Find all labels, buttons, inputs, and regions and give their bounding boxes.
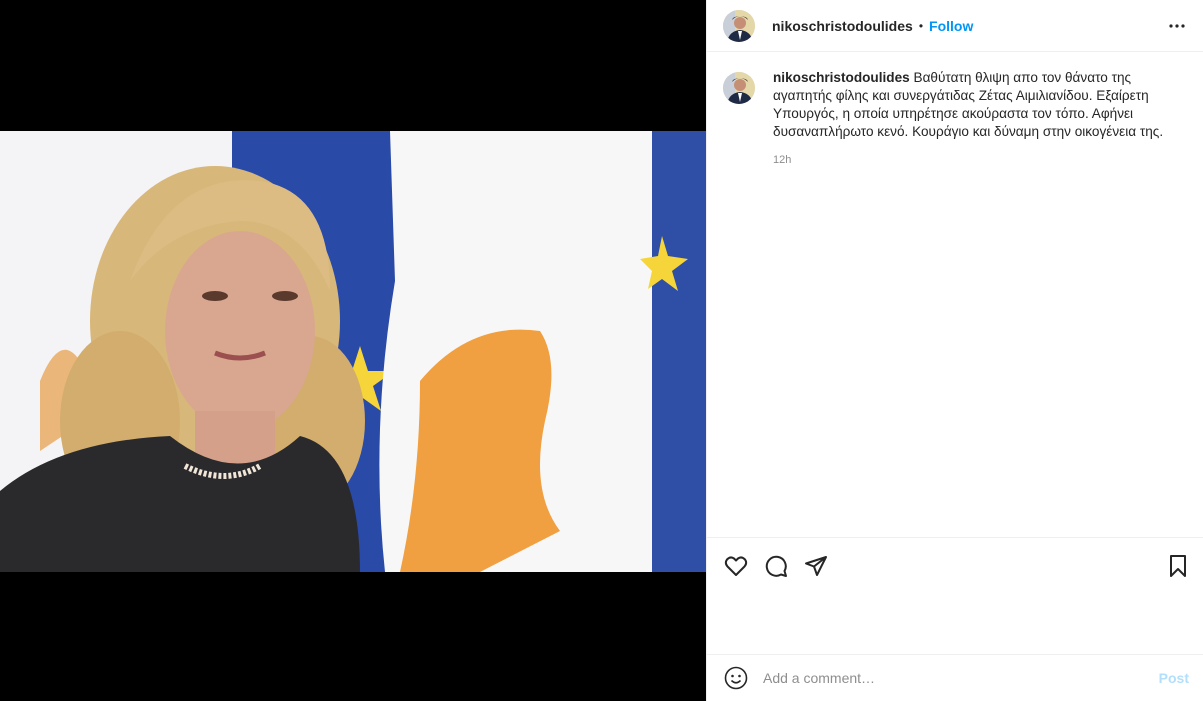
bookmark-icon[interactable] — [1165, 553, 1191, 579]
action-bar — [707, 537, 1203, 593]
post-photo[interactable] — [0, 131, 706, 572]
post-panel: nikoschristodoulides • Follow nikoschris… — [706, 0, 1203, 701]
share-icon[interactable] — [803, 553, 829, 579]
caption: nikoschristodoulides Βαθύτατη θλιψη απο … — [723, 69, 1187, 141]
comments-section: nikoschristodoulides Βαθύτατη θλιψη απο … — [707, 53, 1203, 537]
emoji-icon[interactable] — [723, 665, 749, 691]
caption-avatar[interactable] — [723, 72, 755, 104]
avatar[interactable] — [723, 9, 755, 42]
heart-icon[interactable] — [723, 553, 749, 579]
comment-icon[interactable] — [763, 553, 789, 579]
post-media — [0, 0, 706, 701]
follow-button[interactable]: Follow — [929, 18, 973, 34]
more-options-icon[interactable] — [1167, 18, 1187, 34]
post-header: nikoschristodoulides • Follow — [707, 0, 1203, 52]
caption-username[interactable]: nikoschristodoulides — [773, 70, 910, 85]
separator-dot: • — [918, 18, 924, 33]
post-comment-button[interactable]: Post — [1159, 670, 1189, 686]
post-timestamp[interactable]: 12h — [773, 154, 1187, 166]
username[interactable]: nikoschristodoulides — [772, 18, 913, 34]
comment-input[interactable] — [763, 670, 1159, 686]
caption-text: nikoschristodoulides Βαθύτατη θλιψη απο … — [773, 69, 1183, 141]
comment-bar: Post — [707, 654, 1203, 701]
